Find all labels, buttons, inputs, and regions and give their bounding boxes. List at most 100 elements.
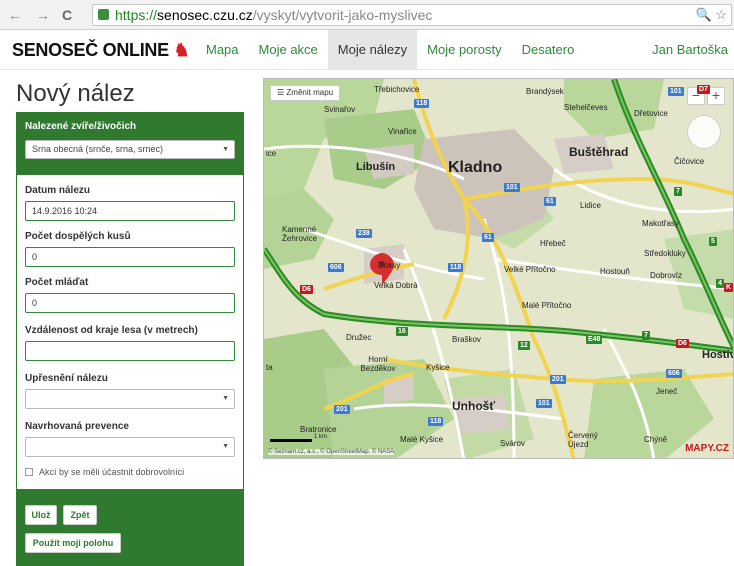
- road-badge: D6: [300, 285, 313, 294]
- map-label: Hřebeč: [540, 239, 566, 248]
- road-badge: 118: [414, 99, 430, 108]
- map-label: Třebichovice: [374, 85, 420, 94]
- road-badge: 12: [518, 341, 530, 350]
- map-label: Jeneč: [656, 387, 678, 396]
- map-label: Libušín: [356, 161, 396, 173]
- road-badge: 201: [550, 375, 566, 384]
- map-label: Kyšice: [426, 363, 450, 372]
- animal-select[interactable]: Srna obecná (srnče, srna, srnec) ▼: [25, 140, 235, 159]
- nav-link-moje-akce[interactable]: Moje akce: [249, 30, 328, 70]
- detail-select[interactable]: ▼: [25, 389, 235, 409]
- road-badge: 5: [709, 237, 717, 246]
- animal-label: Nalezené zvíře/živočich: [25, 121, 137, 132]
- detail-label: Upřesnění nálezu: [25, 373, 108, 384]
- address-bar[interactable]: https://senosec.czu.cz/vyskyt/vytvorit-j…: [92, 4, 732, 26]
- map-label: Čičovice: [674, 157, 705, 166]
- map-label: Družec: [346, 333, 372, 342]
- chevron-down-icon: ▼: [222, 395, 229, 402]
- road-badge: 61: [482, 233, 494, 242]
- volunteers-label: Akcí by se měli účastnit dobrovolníci: [39, 467, 185, 477]
- map-copyright[interactable]: © Seznam.cz, a.s., © OpenStreetMap, © NA…: [268, 449, 395, 455]
- date-field-group: Datum nálezu 14.9.2016 10:24: [25, 185, 235, 221]
- address-bar-icons[interactable]: 🔍 ☆: [696, 5, 727, 25]
- volunteers-checkbox-row[interactable]: Akcí by se měli účastnit dobrovolníci: [25, 467, 184, 477]
- road-badge: 7: [674, 187, 682, 196]
- date-label: Datum nálezu: [25, 185, 91, 196]
- road-badge: K: [724, 283, 733, 292]
- change-map-label: Změnit mapu: [286, 88, 334, 97]
- date-input[interactable]: 14.9.2016 10:24: [25, 201, 235, 221]
- nav-link-desatero[interactable]: Desatero: [512, 30, 585, 70]
- lock-icon: [98, 9, 109, 20]
- map-label: Brandýsek: [526, 87, 564, 96]
- map-label: Velké Přítočno: [504, 265, 556, 274]
- road-badge: 606: [666, 369, 682, 378]
- detail-field-group: Upřesnění nálezu ▼: [25, 373, 235, 409]
- map-label: Lidice: [580, 201, 601, 210]
- use-my-location-button[interactable]: Použít moji polohu: [25, 533, 121, 553]
- site-logo[interactable]: SENOSEČ ONLINE ♞: [12, 40, 190, 61]
- prevention-field-group: Navrhovaná prevence ▼: [25, 421, 235, 457]
- road-badge: 101: [536, 399, 552, 408]
- url-scheme: https://: [115, 7, 158, 23]
- road-badge: 101: [668, 87, 684, 96]
- animal-section: Nalezené zvíře/živočich Srna obecná (srn…: [17, 113, 243, 175]
- road-badge: 118: [448, 263, 464, 272]
- back-icon[interactable]: ←: [8, 7, 22, 23]
- forward-icon[interactable]: →: [36, 7, 50, 23]
- map-label: Chýně: [644, 435, 668, 444]
- chevron-down-icon: ▼: [222, 443, 229, 450]
- young-label: Počet mláďat: [25, 277, 89, 288]
- map-label: Braškov: [452, 335, 481, 344]
- save-button[interactable]: Ulož: [25, 505, 57, 525]
- road-badge: E48: [586, 335, 603, 344]
- compass-icon[interactable]: [687, 115, 721, 149]
- adults-input[interactable]: 0: [25, 247, 235, 267]
- scale-label: 1 km: [314, 434, 328, 440]
- road-badge: 606: [328, 263, 344, 272]
- prevention-select[interactable]: ▼: [25, 437, 235, 457]
- user-name[interactable]: Jan Bartoška: [652, 30, 728, 70]
- young-field-group: Počet mláďat 0: [25, 277, 235, 313]
- map-label: Doksy: [378, 261, 401, 270]
- nav-link-moje-porosty[interactable]: Moje porosty: [417, 30, 511, 70]
- road-badge: D7: [697, 85, 710, 94]
- map-label: Kamenné Žehrovice: [282, 225, 318, 243]
- map-label: Makotřasy: [642, 219, 679, 228]
- map-label: Buštěhrad: [569, 145, 629, 159]
- nav-link-moje-nálezy[interactable]: Moje nálezy: [327, 30, 418, 70]
- back-button[interactable]: Zpět: [63, 505, 97, 525]
- browser-toolbar: ← → C https://senosec.czu.cz/vyskyt/vytv…: [0, 0, 734, 30]
- distance-field-group: Vzdálenost od kraje lesa (v metrech): [25, 325, 235, 361]
- road-badge: 16: [396, 327, 408, 336]
- map-view[interactable]: ☰ Změnit mapu − + Kladno Libušín Buštěhr…: [263, 78, 734, 459]
- map-label: Hostiv: [702, 349, 734, 361]
- road-badge: 7: [642, 331, 650, 340]
- url-path: /vyskyt/vytvorit-jako-myslivec: [252, 7, 433, 23]
- distance-input[interactable]: [25, 341, 235, 361]
- map-label: Bratronice: [300, 425, 337, 434]
- road-badge: D6: [676, 339, 689, 348]
- map-label: ta: [266, 363, 273, 372]
- map-label: Dobrovíz: [650, 271, 683, 280]
- adults-label: Počet dospělých kusů: [25, 231, 131, 242]
- map-label: Svinařov: [324, 105, 356, 114]
- change-map-button[interactable]: ☰ Změnit mapu: [270, 85, 341, 101]
- road-badge: 101: [504, 183, 520, 192]
- reload-icon[interactable]: C: [62, 7, 72, 23]
- map-label: Malé Kyšice: [400, 435, 444, 444]
- page-title: Nový nález: [16, 80, 135, 107]
- road-badge: 4: [716, 279, 724, 288]
- road-badge: 118: [428, 417, 444, 426]
- map-label: Středokluky: [644, 249, 686, 258]
- young-input[interactable]: 0: [25, 293, 235, 313]
- adults-field-group: Počet dospělých kusů 0: [25, 231, 235, 267]
- volunteers-checkbox[interactable]: [25, 468, 33, 476]
- map-label: Červený Újezd: [568, 431, 598, 449]
- prevention-label: Navrhovaná prevence: [25, 421, 129, 432]
- mapy-logo[interactable]: MAPY.CZ: [685, 443, 729, 454]
- nav-link-mapa[interactable]: Mapa: [196, 30, 249, 70]
- top-navigation: SENOSEČ ONLINE ♞ Mapa Moje akce Moje nález…: [0, 30, 734, 70]
- map-label: Horní Bezděkov: [360, 355, 396, 373]
- map-label: Kladno: [448, 159, 503, 176]
